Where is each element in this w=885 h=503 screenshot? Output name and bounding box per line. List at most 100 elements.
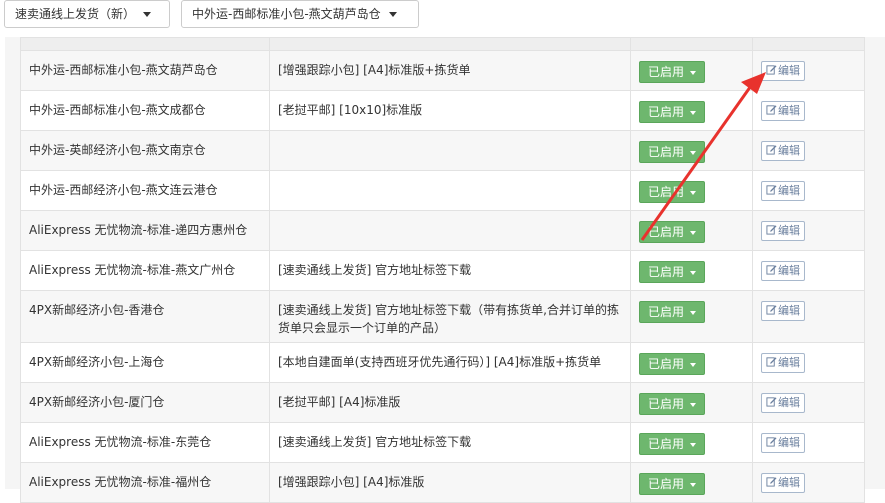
enabled-status-label: 已启用 (648, 437, 685, 451)
caret-down-icon (690, 230, 697, 235)
template-cell: [增强跟踪小包] [A4]标准版+拣货单 (269, 50, 631, 91)
edit-button-label: 编辑 (778, 64, 800, 77)
status-cell: 已启用 (630, 290, 753, 343)
edit-button-label: 编辑 (778, 436, 800, 449)
edit-button-label: 编辑 (778, 144, 800, 157)
table-row: 中外运-英邮经济小包-燕文南京仓 已启用 编辑 (20, 130, 865, 171)
caret-down-icon (690, 270, 697, 275)
template-text: [速卖通线上发货] 官方地址标签下载 (278, 263, 472, 277)
caret-down-icon (690, 150, 697, 155)
enabled-status-label: 已启用 (648, 105, 685, 119)
warehouse-name: AliExpress 无忧物流-标准-递四方惠州仓 (29, 223, 248, 237)
edit-button[interactable]: 编辑 (761, 301, 805, 321)
edit-button[interactable]: 编辑 (761, 393, 805, 413)
warehouse-name-cell: 中外运-西邮标准小包-燕文葫芦岛仓 (20, 50, 270, 91)
edit-icon (766, 264, 777, 275)
table-row: 中外运-西邮经济小包-燕文连云港仓 已启用 编辑 (20, 170, 865, 211)
table-row: 4PX新邮经济小包-上海仓 [本地自建面单(支持西班牙优先通行码）] [A4]标准… (20, 342, 865, 383)
warehouse-name: 4PX新邮经济小包-厦门仓 (29, 395, 165, 409)
edit-icon (766, 476, 777, 487)
enabled-status-label: 已启用 (648, 397, 685, 411)
enabled-status-label: 已启用 (648, 357, 685, 371)
enabled-status-label: 已启用 (648, 185, 685, 199)
edit-button[interactable]: 编辑 (761, 353, 805, 373)
warehouse-name: 中外运-英邮经济小包-燕文南京仓 (29, 143, 206, 157)
warehouse-name: AliExpress 无忧物流-标准-东莞仓 (29, 435, 212, 449)
edit-button-label: 编辑 (778, 104, 800, 117)
status-cell: 已启用 (630, 130, 753, 171)
edit-cell: 编辑 (752, 250, 865, 291)
header-cell (630, 37, 753, 51)
caret-down-icon (690, 70, 697, 75)
template-cell (269, 170, 631, 211)
table-row: AliExpress 无忧物流-标准-递四方惠州仓 已启用 编辑 (20, 210, 865, 251)
edit-cell: 编辑 (752, 422, 865, 463)
template-text: [速卖通线上发货] 官方地址标签下载（带有拣货单,合并订单的拣货单只会显示一个订… (278, 303, 619, 335)
warehouse-name: 中外运-西邮标准小包-燕文葫芦岛仓 (29, 63, 218, 77)
template-cell: [速卖通线上发货] 官方地址标签下载（带有拣货单,合并订单的拣货单只会显示一个订… (269, 290, 631, 343)
edit-icon (766, 356, 777, 367)
status-cell: 已启用 (630, 462, 753, 503)
warehouse-name-cell: 中外运-英邮经济小包-燕文南京仓 (20, 130, 270, 171)
edit-button[interactable]: 编辑 (761, 261, 805, 281)
template-cell: [增强跟踪小包] [A4]标准版 (269, 462, 631, 503)
enabled-status-label: 已启用 (648, 265, 685, 279)
table-row: 4PX新邮经济小包-厦门仓 [老挝平邮] [A4]标准版 已启用 编辑 (20, 382, 865, 423)
template-cell: [速卖通线上发货] 官方地址标签下载 (269, 250, 631, 291)
edit-button[interactable]: 编辑 (761, 61, 805, 81)
warehouse-dropdown-value: 中外运-西邮标准小包-燕文葫芦岛仓 (192, 7, 381, 21)
template-cell: [速卖通线上发货] 官方地址标签下载 (269, 422, 631, 463)
enabled-status-button[interactable]: 已启用 (639, 393, 706, 415)
edit-button[interactable]: 编辑 (761, 101, 805, 121)
caret-down-icon (690, 362, 697, 367)
edit-button[interactable]: 编辑 (761, 473, 805, 493)
channel-dropdown[interactable]: 速卖通线上发货（新） (4, 0, 170, 28)
edit-button-label: 编辑 (778, 396, 800, 409)
template-cell: [老挝平邮] [A4]标准版 (269, 382, 631, 423)
status-cell: 已启用 (630, 210, 753, 251)
warehouse-name-cell: 中外运-西邮标准小包-燕文成都仓 (20, 90, 270, 131)
enabled-status-button[interactable]: 已启用 (639, 433, 706, 455)
table-row: AliExpress 无忧物流-标准-东莞仓 [速卖通线上发货] 官方地址标签下载… (20, 422, 865, 463)
edit-cell: 编辑 (752, 290, 865, 343)
edit-icon (766, 224, 777, 235)
table-row: 中外运-西邮标准小包-燕文葫芦岛仓 [增强跟踪小包] [A4]标准版+拣货单 已启用… (20, 50, 865, 91)
enabled-status-label: 已启用 (648, 145, 685, 159)
enabled-status-button[interactable]: 已启用 (639, 141, 706, 163)
enabled-status-button[interactable]: 已启用 (639, 61, 706, 83)
edit-button[interactable]: 编辑 (761, 181, 805, 201)
template-text: [本地自建面单(支持西班牙优先通行码）] [A4]标准版+拣货单 (278, 355, 602, 369)
status-cell: 已启用 (630, 90, 753, 131)
enabled-status-button[interactable]: 已启用 (639, 301, 706, 323)
warehouse-name: AliExpress 无忧物流-标准-燕文广州仓 (29, 263, 236, 277)
edit-button[interactable]: 编辑 (761, 433, 805, 453)
warehouse-name-cell: AliExpress 无忧物流-标准-燕文广州仓 (20, 250, 270, 291)
enabled-status-button[interactable]: 已启用 (639, 101, 706, 123)
enabled-status-button[interactable]: 已启用 (639, 221, 706, 243)
enabled-status-button[interactable]: 已启用 (639, 473, 706, 495)
warehouse-name-cell: AliExpress 无忧物流-标准-东莞仓 (20, 422, 270, 463)
edit-cell: 编辑 (752, 170, 865, 211)
warehouse-name: 4PX新邮经济小包-香港仓 (29, 303, 165, 317)
template-text: [速卖通线上发货] 官方地址标签下载 (278, 435, 472, 449)
template-text: [增强跟踪小包] [A4]标准版+拣货单 (278, 63, 471, 77)
warehouse-name: AliExpress 无忧物流-标准-福州仓 (29, 475, 212, 489)
template-cell (269, 210, 631, 251)
enabled-status-button[interactable]: 已启用 (639, 353, 706, 375)
edit-button-label: 编辑 (778, 304, 800, 317)
enabled-status-label: 已启用 (648, 65, 685, 79)
edit-cell: 编辑 (752, 462, 865, 503)
edit-cell: 编辑 (752, 382, 865, 423)
table-row: AliExpress 无忧物流-标准-燕文广州仓 [速卖通线上发货] 官方地址标签… (20, 250, 865, 291)
template-text: [老挝平邮] [10x10]标准版 (278, 103, 423, 117)
status-cell: 已启用 (630, 342, 753, 383)
warehouse-name: 中外运-西邮标准小包-燕文成都仓 (29, 103, 206, 117)
enabled-status-button[interactable]: 已启用 (639, 261, 706, 283)
table-row: 中外运-西邮标准小包-燕文成都仓 [老挝平邮] [10x10]标准版 已启用 编辑 (20, 90, 865, 131)
enabled-status-button[interactable]: 已启用 (639, 181, 706, 203)
edit-button[interactable]: 编辑 (761, 221, 805, 241)
caret-down-icon (690, 110, 697, 115)
warehouse-dropdown[interactable]: 中外运-西邮标准小包-燕文葫芦岛仓 (181, 0, 419, 28)
edit-button[interactable]: 编辑 (761, 141, 805, 161)
enabled-status-label: 已启用 (648, 225, 685, 239)
